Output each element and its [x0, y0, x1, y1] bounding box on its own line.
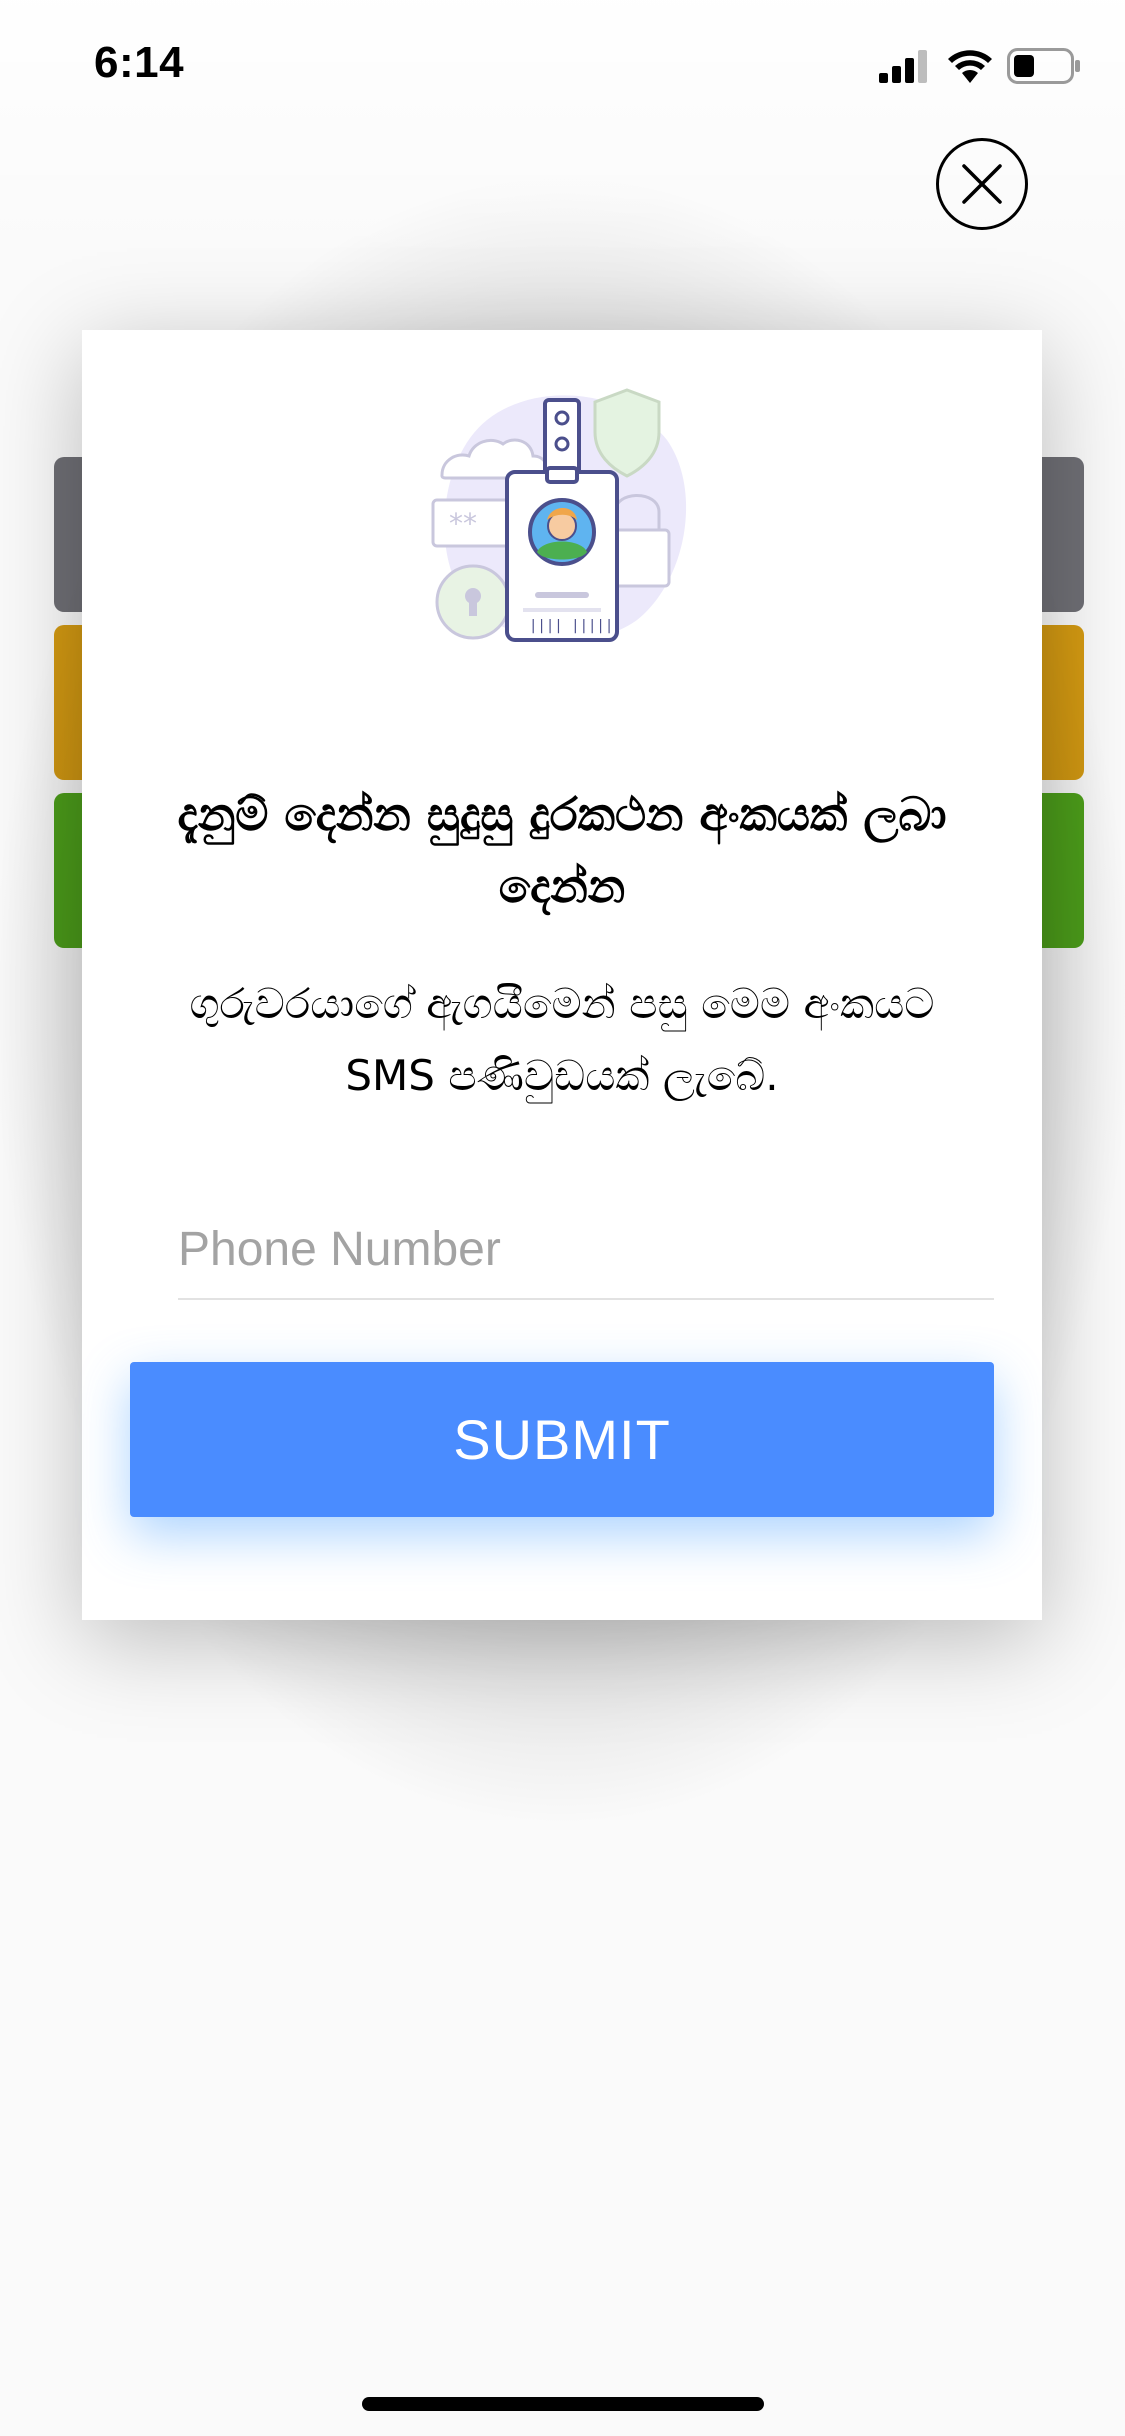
modal-subtitle: ගුරුවරයාගේ ඇගයීමෙන් පසු මෙම අංකයට SMS පණ… [189, 979, 935, 1100]
cellular-signal-icon [879, 49, 933, 88]
close-icon [962, 164, 1002, 204]
screen: 6:14 ** |||| |||||| දැනුම් දෙන්න සුදුසු … [0, 0, 1125, 2436]
close-button[interactable] [936, 138, 1028, 230]
battery-icon [1007, 48, 1081, 89]
home-indicator[interactable] [362, 2397, 764, 2411]
wifi-icon [947, 49, 993, 88]
status-icons [879, 48, 1081, 89]
phone-number-input[interactable] [178, 1200, 994, 1300]
phone-number-modal: ** |||| |||||| දැනුම් දෙන්න සුදුසු දුරකථ… [82, 330, 1042, 1620]
id-badge-security-icon: ** |||| |||||| [427, 380, 697, 650]
status-time: 6:14 [94, 38, 185, 87]
submit-button[interactable]: SUBMIT [130, 1362, 994, 1517]
modal-title: දැනුම් දෙන්න සුදුසු දුරකථන අංකයක් ලබා දෙ… [177, 787, 947, 913]
svg-text:**: ** [449, 507, 477, 540]
svg-text:|||| ||||||: |||| |||||| [529, 618, 622, 634]
status-bar: 6:14 [0, 0, 1125, 132]
